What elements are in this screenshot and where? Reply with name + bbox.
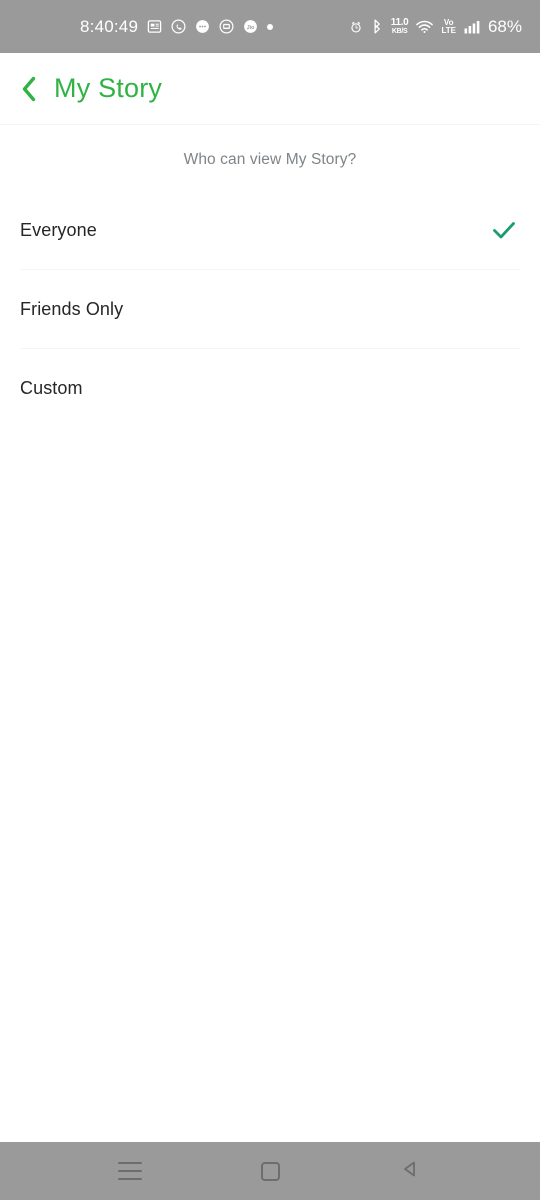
back-button[interactable] <box>20 74 46 104</box>
option-row-custom[interactable]: Custom <box>0 349 540 427</box>
option-label: Friends Only <box>20 298 124 319</box>
page-title: My Story <box>54 73 163 103</box>
alarm-clock-icon <box>349 20 363 34</box>
wifi-icon <box>416 20 434 34</box>
app-header: My Story <box>0 53 540 125</box>
system-navigation-bar <box>0 1142 540 1200</box>
option-row-everyone[interactable]: Everyone <box>0 191 540 269</box>
home-square-icon <box>260 1161 280 1181</box>
data-rate-unit: KB/S <box>391 28 408 35</box>
volte-icon: Vo LTE <box>441 18 456 35</box>
whatsapp-icon <box>171 19 186 34</box>
check-icon <box>488 214 520 246</box>
notification-dot-icon <box>267 23 274 30</box>
bluetooth-icon <box>371 19 383 34</box>
section-caption: Who can view My Story? <box>183 151 357 168</box>
status-bar-left: 8:40:49 Jio <box>80 16 274 37</box>
system-back-button[interactable] <box>381 1149 439 1193</box>
app-rounded-icon <box>219 19 234 34</box>
option-row-friends-only[interactable]: Friends Only <box>0 270 540 348</box>
volte-bottom-text: LTE <box>441 25 456 35</box>
status-bar: 8:40:49 Jio 11.0 KB/S Vo LTE 68% <box>0 0 540 53</box>
battery-percentage: 68% <box>487 16 522 36</box>
home-button[interactable] <box>241 1149 299 1193</box>
option-label: Everyone <box>20 219 97 240</box>
jio-icon: Jio <box>243 19 258 34</box>
hamburger-icon <box>118 1162 142 1180</box>
news-document-icon <box>147 19 162 34</box>
back-triangle-icon <box>400 1159 420 1184</box>
main-content: Who can view My Story? Everyone Friends … <box>0 125 540 1142</box>
status-bar-right: 11.0 KB/S Vo LTE 68% <box>349 17 522 37</box>
option-label: Custom <box>20 377 83 398</box>
status-clock: 8:40:49 <box>80 16 139 36</box>
recents-button[interactable] <box>101 1149 159 1193</box>
signal-bars-icon <box>464 20 480 34</box>
svg-text:Jio: Jio <box>247 25 255 31</box>
phone-screen: 8:40:49 Jio 11.0 KB/S Vo LTE 68% My Stor… <box>0 0 540 1200</box>
message-bubble-icon <box>195 19 210 34</box>
data-rate-indicator: 11.0 KB/S <box>390 17 409 36</box>
data-rate-value: 11.0 <box>390 17 409 28</box>
